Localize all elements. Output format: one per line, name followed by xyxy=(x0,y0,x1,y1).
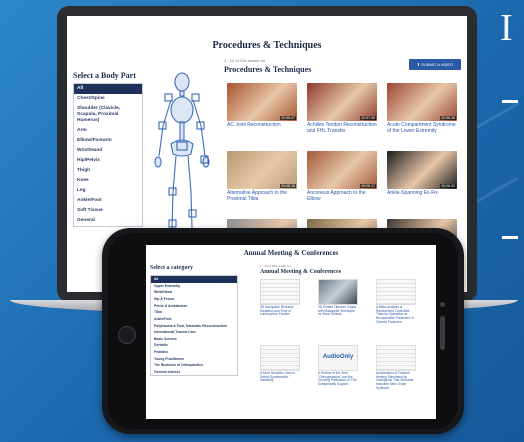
body-part-sidebar: Select a Body Part All Chest/Spine Shoulde… xyxy=(73,71,143,239)
category-item[interactable]: Tibia xyxy=(151,309,237,316)
category-item[interactable]: Polytrauma & Post-Traumatic Reconstructi… xyxy=(151,322,237,329)
submit-video-label: SUBMIT A VIDEO xyxy=(421,62,454,67)
submit-video-button[interactable]: ⬆ SUBMIT A VIDEO xyxy=(409,59,461,70)
phone-page-title: Annual Meeting & Conferences xyxy=(243,249,339,257)
phone-video-thumbnail[interactable] xyxy=(318,279,358,305)
phone-results-heading: Annual Meeting & Conferences xyxy=(260,269,342,275)
skeleton-body-map[interactable] xyxy=(151,70,213,242)
video-thumbnail[interactable]: 00:06:28 xyxy=(387,83,457,121)
category-list: All Upper Extremity Wrist/Hand Hip & Femur P… xyxy=(150,275,238,377)
video-duration: 00:08:18 xyxy=(280,184,296,188)
category-item[interactable]: The Business of Orthopaedics xyxy=(151,362,237,369)
video-title[interactable]: Achilles Tendon Reconstruction and FHL T… xyxy=(307,122,377,135)
category-item[interactable]: General Interest xyxy=(151,369,237,376)
phone-speaker xyxy=(440,316,445,350)
phone-video-card[interactable]: A More Sensitive View to Detect Syndesmo… xyxy=(260,345,300,383)
phone-video-title[interactable]: A More Sensitive View to Detect Syndesmo… xyxy=(260,371,300,383)
phone-video-card[interactable]: 3D Printed Titanium Cages with Masquelet… xyxy=(318,279,358,317)
results-heading: Procedures & Techniques xyxy=(224,65,312,74)
phone-video-card[interactable]: Acceleration of Fracture Healing Stimula… xyxy=(376,345,416,390)
home-button[interactable] xyxy=(118,326,136,344)
sidebar-item[interactable]: Thigh xyxy=(74,166,142,176)
audio-only-label: AudioOnly xyxy=(322,354,354,360)
phone-screen: Annual Meeting & Conferences Select a ca… xyxy=(146,245,436,419)
video-thumbnail[interactable]: 00:08:18 xyxy=(227,151,297,189)
phone-video-title[interactable]: Acceleration of Fracture Healing Stimula… xyxy=(376,371,416,390)
phone-video-card[interactable]: AudioOnly A Review of the Term "Orthogeri… xyxy=(318,345,358,387)
category-item[interactable]: Wrist/Hand xyxy=(151,289,237,296)
sidebar-item[interactable]: Chest/Spine xyxy=(74,94,142,104)
category-item[interactable]: Ankle/Foot xyxy=(151,316,237,323)
video-card[interactable]: 00:09:47 AC Joint Reconstruction xyxy=(227,83,297,129)
category-item[interactable]: Upper Extremity xyxy=(151,283,237,290)
category-item[interactable]: All xyxy=(151,276,237,283)
phone-video-thumbnail[interactable] xyxy=(260,345,300,371)
video-card[interactable]: 00:06:28 Acute Compartment Syndrome of th… xyxy=(387,83,457,135)
phone-video-title[interactable]: A Review of the Term "Orthogeriatrics" a… xyxy=(318,371,358,387)
phone-video-title[interactable]: 3D Navigation Reduces Radiation and Time… xyxy=(260,305,300,317)
video-duration: 00:08:17 xyxy=(360,184,376,188)
phone-video-title[interactable]: 3D Printed Titanium Cages with Masquelet… xyxy=(318,305,358,317)
sidebar-item[interactable]: Soft Tissue xyxy=(74,206,142,216)
sidebar-item[interactable]: All xyxy=(74,84,142,94)
sidebar-item[interactable]: Wrist/Hand xyxy=(74,146,142,156)
video-thumbnail[interactable]: 00:09:47 xyxy=(227,83,297,121)
page-title: Procedures & Techniques xyxy=(212,40,322,51)
phone-results-count: 1 - 12 of 914 results for xyxy=(260,264,291,268)
phone-video-card[interactable]: A Meta-Analysis of Randomized Controlled… xyxy=(376,279,416,324)
video-thumbnail[interactable]: 00:08:17 xyxy=(307,151,377,189)
sidebar-item[interactable]: Ankle/Foot xyxy=(74,196,142,206)
body-part-list: All Chest/Spine Shoulder (Clavicle, Scapul… xyxy=(73,83,143,227)
phone-video-thumbnail[interactable]: AudioOnly xyxy=(318,345,358,371)
category-item[interactable]: Pelvis & Acetabulum xyxy=(151,303,237,310)
video-thumbnail[interactable]: 00:07:05 xyxy=(307,83,377,121)
video-title[interactable]: Anconeus Approach to the Elbow xyxy=(307,190,377,203)
phone-video-thumbnail[interactable] xyxy=(376,279,416,305)
sidebar-heading: Select a Body Part xyxy=(73,71,136,80)
sidebar-item[interactable]: General xyxy=(74,216,142,226)
decorative-dash xyxy=(502,100,518,103)
phone-video-card[interactable]: 3D Navigation Reduces Radiation and Time… xyxy=(260,279,300,317)
sidebar-item[interactable]: Arm xyxy=(74,126,142,136)
results-count: 1 - 12 of 216 results for xyxy=(224,58,266,63)
category-item[interactable]: Basic Science xyxy=(151,336,237,343)
video-duration: 00:06:28 xyxy=(440,116,456,120)
phone-video-thumbnail[interactable] xyxy=(260,279,300,305)
video-thumbnail[interactable]: 00:06:33 xyxy=(387,151,457,189)
video-card[interactable]: 00:07:05 Achilles Tendon Reconstruction a… xyxy=(307,83,377,135)
category-item[interactable]: International Trauma Care xyxy=(151,329,237,336)
video-card[interactable]: 00:08:18 Alternative Approach to the Prox… xyxy=(227,151,297,203)
phone-camera xyxy=(440,302,445,307)
sidebar-item[interactable]: Leg xyxy=(74,186,142,196)
video-card[interactable]: 00:06:33 Ankle-Spanning Ex-Fix xyxy=(387,151,457,197)
sidebar-item[interactable]: Shoulder (Clavicle, Scapula, Proximal Hu… xyxy=(74,104,142,126)
decorative-dash xyxy=(502,236,518,239)
video-title[interactable]: AC Joint Reconstruction xyxy=(227,122,297,129)
phone-video-thumbnail[interactable] xyxy=(376,345,416,371)
video-card[interactable]: 00:08:17 Anconeus Approach to the Elbow xyxy=(307,151,377,203)
video-duration: 00:07:05 xyxy=(360,116,376,120)
phone-sidebar-heading: Select a category xyxy=(150,265,193,271)
phone-video-title[interactable]: A Meta-Analysis of Randomized Controlled… xyxy=(376,305,416,324)
category-item[interactable]: Hip & Femur xyxy=(151,296,237,303)
video-duration: 00:06:33 xyxy=(440,184,456,188)
category-item[interactable]: Young Practitioner xyxy=(151,356,237,363)
video-title[interactable]: Acute Compartment Syndrome of the Lower … xyxy=(387,122,457,135)
video-duration: 00:09:47 xyxy=(280,116,296,120)
sidebar-item[interactable]: Knee xyxy=(74,176,142,186)
sidebar-item[interactable]: Elbow/Forearm xyxy=(74,136,142,146)
category-item[interactable]: Pediatric xyxy=(151,349,237,356)
category-item[interactable]: Geriatric xyxy=(151,342,237,349)
sidebar-item[interactable]: Hip/Pelvis xyxy=(74,156,142,166)
video-title[interactable]: Alternative Approach to the Proximal Tib… xyxy=(227,190,297,203)
video-title[interactable]: Ankle-Spanning Ex-Fix xyxy=(387,190,457,197)
background-letter: I xyxy=(500,7,513,49)
